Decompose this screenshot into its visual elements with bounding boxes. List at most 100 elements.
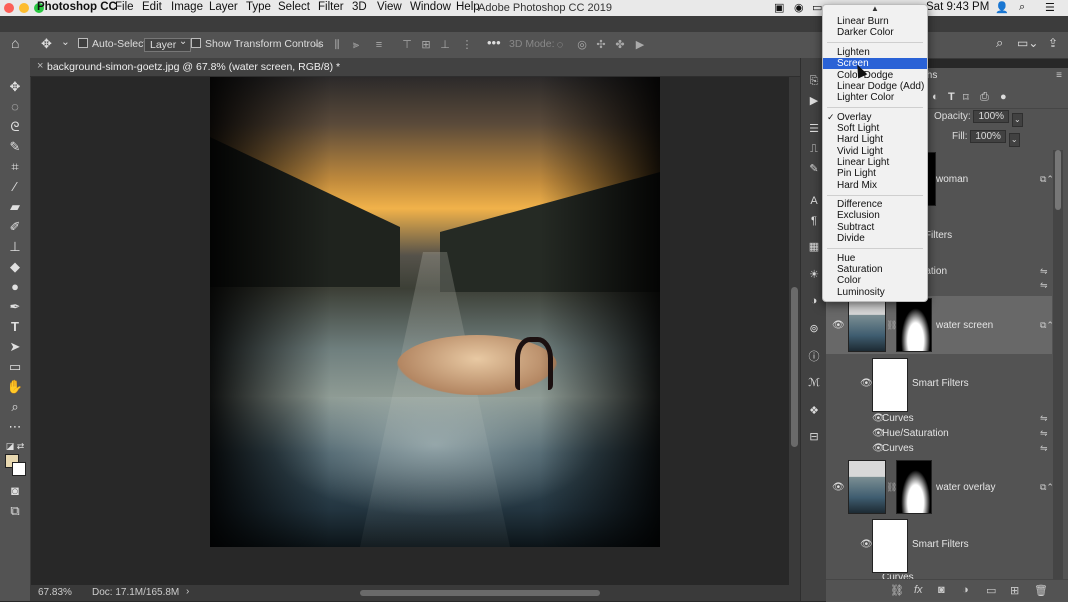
layer-row-water-overlay[interactable]: 👁 ⛓ water overlay ⧉⌃: [826, 458, 1054, 516]
blend-mode-menu[interactable]: ▲ Linear Burn Darker Color Lighten Scree…: [822, 4, 928, 302]
blur-tool-icon[interactable]: ◆: [5, 259, 25, 275]
add-mask-icon[interactable]: ◙: [938, 584, 945, 596]
auto-select-checkbox[interactable]: Auto-Select:: [78, 38, 149, 50]
blend-option-linear-dodge[interactable]: Linear Dodge (Add): [823, 81, 927, 92]
blend-option-subtract[interactable]: Subtract: [823, 222, 927, 233]
water-overlay-mask-thumbnail[interactable]: [896, 460, 932, 514]
display-icon[interactable]: ▭: [812, 1, 822, 14]
layer-name-water-overlay[interactable]: water overlay: [936, 482, 995, 493]
libraries-panel-icon[interactable]: ⊚: [807, 322, 821, 336]
filter-toggle-icon[interactable]: ●: [1000, 91, 1007, 103]
layer-row-smart-filters-water-overlay[interactable]: 👁 Smart Filters: [826, 517, 1052, 573]
layer-row-water-screen[interactable]: 👁 ⛓ water screen ⧉⌃: [826, 296, 1054, 354]
blend-option-hard-mix[interactable]: Hard Mix: [823, 180, 927, 191]
adjustments-panel-icon[interactable]: ☰: [807, 122, 821, 136]
blend-option-soft-light[interactable]: Soft Light: [823, 123, 927, 134]
show-transform-checkbox-box[interactable]: [191, 38, 201, 48]
quick-selection-tool-icon[interactable]: ✎: [5, 139, 25, 155]
add-layer-style-icon[interactable]: fx: [914, 584, 923, 596]
canvas-vertical-scroll-thumb[interactable]: [791, 287, 798, 447]
filter-shape-icon[interactable]: ⌑: [963, 91, 969, 104]
home-icon[interactable]: ⌂: [11, 35, 19, 51]
canvas-vertical-scrollbar[interactable]: [789, 77, 800, 585]
menu-image[interactable]: Image: [171, 1, 203, 13]
blend-option-hard-light[interactable]: Hard Light: [823, 134, 927, 145]
clone-stamp-tool-icon[interactable]: ⊥: [5, 239, 25, 255]
path-selection-tool-icon[interactable]: ➤: [5, 339, 25, 355]
blend-option-color-dodge[interactable]: Color Dodge: [823, 70, 927, 81]
hand-tool-icon[interactable]: ✋: [5, 379, 25, 395]
3d-panel-icon[interactable]: ❖: [807, 404, 821, 418]
water-screen-layer-thumbnail[interactable]: [848, 298, 886, 352]
minimize-window-button[interactable]: [19, 3, 29, 13]
user-icon[interactable]: 👤: [995, 1, 1009, 14]
visibility-eye-icon[interactable]: 👁: [832, 320, 845, 331]
opacity-slider-dropdown[interactable]: ⌄: [1011, 113, 1023, 127]
paragraph-panel-icon[interactable]: ¶: [807, 214, 821, 228]
marquee-tool-icon[interactable]: ◌: [5, 99, 25, 115]
brush-settings-icon[interactable]: ⎍: [807, 142, 821, 156]
menu-view[interactable]: View: [377, 1, 402, 13]
blend-option-darker-color[interactable]: Darker Color: [823, 27, 927, 38]
eyedropper-tool-icon[interactable]: ⁄: [5, 179, 25, 195]
swatches-panel-icon[interactable]: ▦: [807, 240, 821, 254]
zoom-tool-icon[interactable]: ⌕: [5, 399, 25, 415]
filter-row-curves[interactable]: 👁 Curves ⇋: [826, 412, 1052, 426]
notification-center-icon[interactable]: ☰: [1045, 1, 1055, 14]
blend-option-hue[interactable]: Hue: [823, 253, 927, 264]
menubar-clock[interactable]: Sat 9:43 PM: [926, 1, 989, 13]
new-layer-icon[interactable]: ⊞: [1010, 584, 1019, 597]
blend-option-linear-light[interactable]: Linear Light: [823, 157, 927, 168]
water-overlay-layer-thumbnail[interactable]: [848, 460, 886, 514]
canvas-horizontal-scroll-thumb[interactable]: [360, 590, 600, 596]
filter-blending-options-icon[interactable]: ⇋: [1040, 443, 1048, 454]
more-options-icon[interactable]: •••: [487, 35, 501, 50]
smart-filters-label[interactable]: Smart Filters: [912, 378, 969, 389]
filter-name-curves[interactable]: Curves: [882, 413, 914, 424]
menu-3d[interactable]: 3D: [352, 1, 367, 13]
creative-cloud-icon[interactable]: ◉: [794, 1, 804, 14]
document-image[interactable]: [210, 77, 660, 547]
auto-select-target-dropdown[interactable]: Layer: [144, 36, 192, 52]
menu-scroll-up-icon[interactable]: ▲: [871, 4, 879, 13]
filter-row-curves[interactable]: 👁 Curves ⇋: [826, 442, 1052, 456]
crop-tool-icon[interactable]: ⌗: [5, 159, 25, 175]
spotlight-search-icon[interactable]: ⌕: [1019, 1, 1025, 14]
blend-option-exclusion[interactable]: Exclusion: [823, 210, 927, 221]
move-tool-icon[interactable]: ✥: [41, 36, 52, 52]
status-info-menu-icon[interactable]: ›: [186, 586, 189, 597]
pen-tool-icon[interactable]: ✒: [5, 299, 25, 315]
move-tool-icon[interactable]: ✥: [5, 79, 25, 95]
visibility-eye-icon[interactable]: 👁: [860, 378, 873, 389]
menu-file[interactable]: File: [115, 1, 134, 13]
filter-blending-options-icon[interactable]: ⇋: [1040, 428, 1048, 439]
blend-option-luminosity[interactable]: Luminosity: [823, 287, 927, 298]
layer-name-water-screen[interactable]: water screen: [936, 320, 993, 331]
new-adjustment-layer-icon[interactable]: ◑: [962, 584, 969, 596]
filter-smart-object-icon[interactable]: ⎙: [980, 91, 989, 104]
character-panel-icon[interactable]: A: [807, 194, 821, 208]
smart-filters-mask-thumbnail[interactable]: [872, 519, 908, 573]
visibility-eye-icon[interactable]: 👁: [832, 482, 845, 493]
rectangle-tool-icon[interactable]: ▭: [5, 359, 25, 375]
info-panel-icon[interactable]: ⓘ: [807, 350, 821, 364]
layers-scroll-thumb[interactable]: [1055, 150, 1061, 210]
default-colors-icon[interactable]: ◪ ⇄: [5, 438, 25, 454]
filter-adjustment-icon[interactable]: ◐: [932, 91, 939, 103]
filter-blending-options-icon[interactable]: ⇋: [1040, 413, 1048, 424]
align-top-icon[interactable]: ⊤: [401, 39, 413, 51]
lasso-tool-icon[interactable]: ᘓ: [5, 119, 25, 135]
layer-name-woman[interactable]: woman: [936, 174, 968, 185]
quick-mask-icon[interactable]: ◙: [5, 483, 25, 499]
menu-edit[interactable]: Edit: [142, 1, 162, 13]
distribute-spacing-icon[interactable]: ⋮: [461, 39, 473, 51]
canvas-area[interactable]: [31, 77, 789, 585]
close-document-icon[interactable]: ×: [37, 60, 43, 72]
align-bottom-icon[interactable]: ⊥: [439, 39, 451, 51]
filter-name-curves[interactable]: Curves: [882, 443, 914, 454]
zoom-level-field[interactable]: 67.83%: [38, 587, 72, 598]
water-screen-mask-thumbnail[interactable]: [896, 298, 932, 352]
smart-filters-mask-thumbnail[interactable]: [872, 358, 908, 412]
document-tab-title[interactable]: background-simon-goetz.jpg @ 67.8% (wate…: [47, 61, 340, 73]
workspace-icon[interactable]: ▭⌄: [1017, 36, 1038, 50]
